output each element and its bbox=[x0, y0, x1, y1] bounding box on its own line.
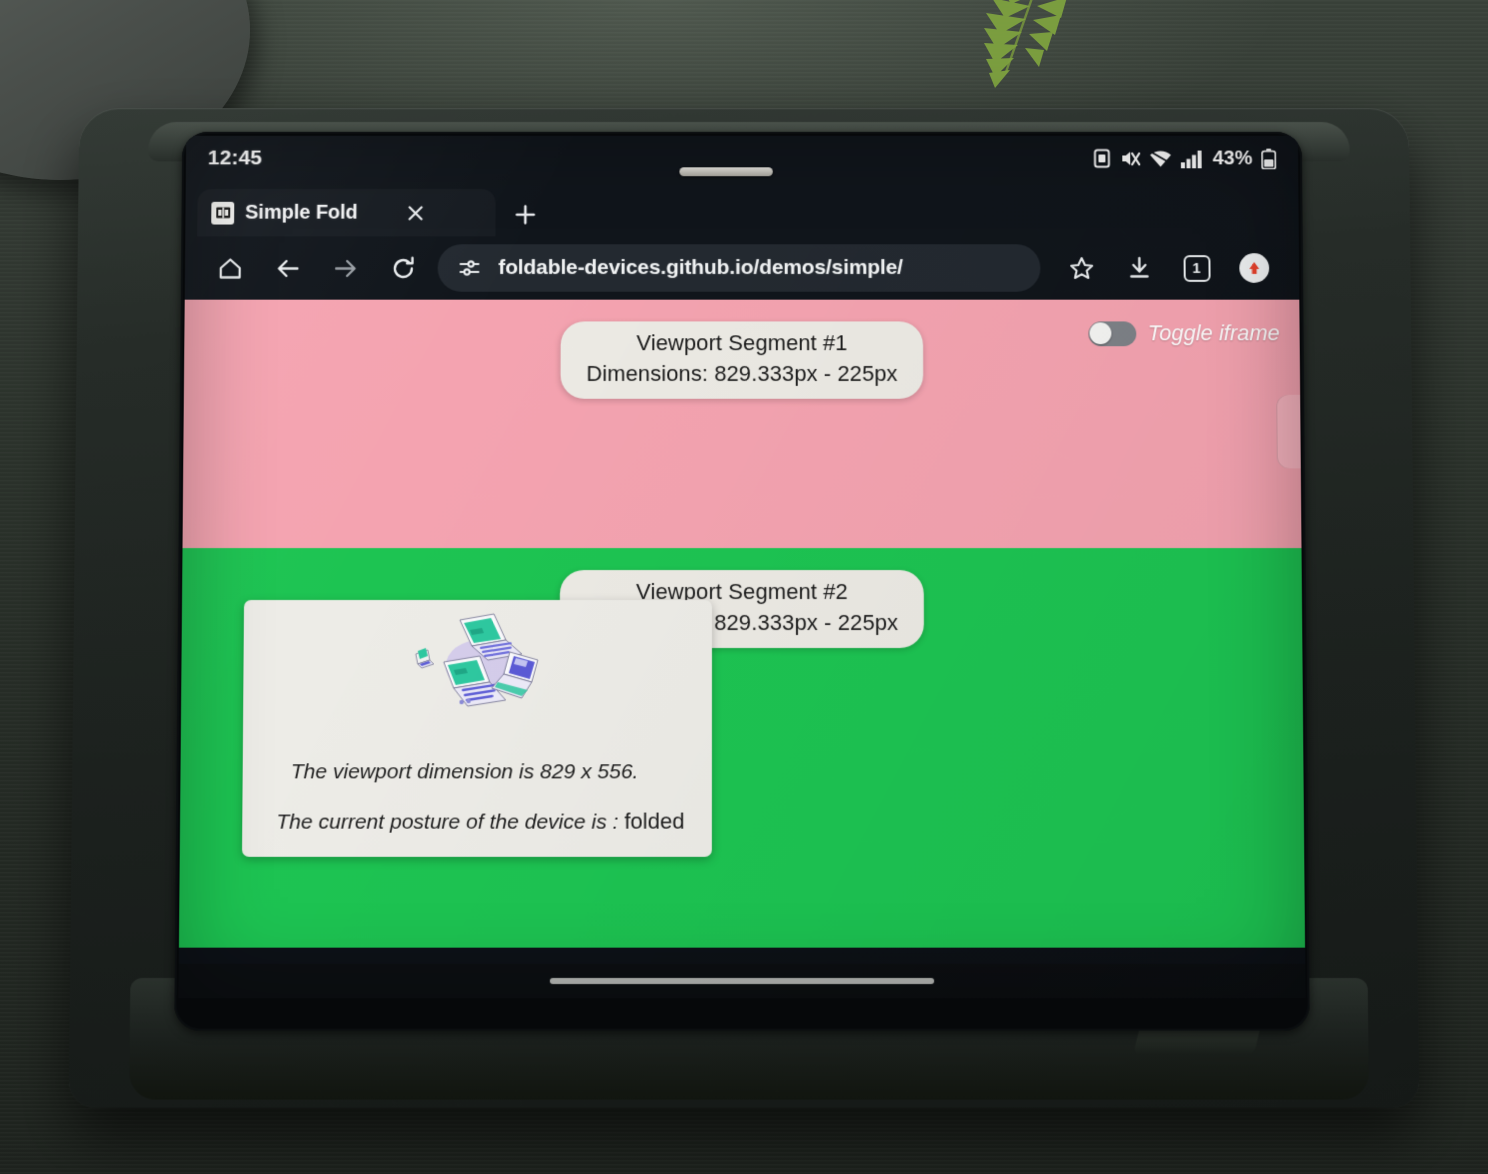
back-icon[interactable] bbox=[258, 244, 316, 291]
segment-1-title: Viewport Segment #1 bbox=[636, 330, 848, 356]
tab-count-value: 1 bbox=[1183, 254, 1211, 282]
new-tab-icon[interactable] bbox=[505, 193, 545, 236]
close-icon[interactable] bbox=[402, 200, 428, 226]
foldable-device-case: 12:45 43% Simple Fold foldable-devices.g… bbox=[68, 108, 1420, 1108]
address-bar[interactable]: foldable-devices.github.io/demos/simple/ bbox=[437, 244, 1041, 292]
forward-icon[interactable] bbox=[316, 244, 374, 291]
battery-percent: 43% bbox=[1212, 147, 1253, 169]
browser-toolbar: foldable-devices.github.io/demos/simple/… bbox=[184, 236, 1300, 300]
reload-icon[interactable] bbox=[374, 244, 432, 291]
gesture-pill[interactable] bbox=[549, 977, 935, 985]
site-settings-icon[interactable] bbox=[457, 256, 481, 280]
home-icon[interactable] bbox=[201, 244, 259, 291]
fern-leaf bbox=[984, 0, 1067, 88]
mute-icon bbox=[1122, 149, 1140, 169]
gesture-nav-bar bbox=[178, 963, 1306, 999]
foldable-laptops-illustration bbox=[415, 613, 538, 720]
download-icon[interactable] bbox=[1110, 244, 1168, 291]
web-page-viewport: Viewport Segment #1 Dimensions: 829.333p… bbox=[178, 299, 1306, 999]
tab-count-button[interactable]: 1 bbox=[1168, 244, 1226, 291]
fold-favicon bbox=[211, 201, 235, 225]
device-screen: 12:45 43% Simple Fold foldable-devices.g… bbox=[178, 135, 1306, 999]
info-card: The viewport dimension is 829 x 556. The… bbox=[241, 600, 713, 857]
hinge-glint bbox=[679, 167, 773, 177]
toggle-knob bbox=[1089, 322, 1112, 345]
signal-icon bbox=[1180, 150, 1202, 168]
screen-record-icon bbox=[1093, 149, 1110, 169]
segment-1-pill: Viewport Segment #1 Dimensions: 829.333p… bbox=[560, 321, 924, 399]
screen-bezel: 12:45 43% Simple Fold foldable-devices.g… bbox=[174, 131, 1310, 1031]
toggle-iframe-label: Toggle iframe bbox=[1147, 320, 1280, 346]
posture-value: folded bbox=[624, 808, 685, 834]
tab-strip: Simple Fold bbox=[185, 167, 1299, 237]
browser-tab[interactable]: Simple Fold bbox=[197, 189, 496, 237]
viewport-dimension-text: The viewport dimension is 829 x 556. bbox=[290, 760, 639, 784]
posture-prefix: The current posture of the device is : bbox=[276, 810, 625, 834]
device-posture-text: The current posture of the device is : f… bbox=[276, 809, 684, 835]
tab-title: Simple Fold bbox=[245, 201, 358, 224]
profile-button[interactable] bbox=[1225, 244, 1283, 291]
profile-avatar bbox=[1239, 253, 1270, 283]
status-clock: 12:45 bbox=[207, 146, 263, 170]
url-text: foldable-devices.github.io/demos/simple/ bbox=[498, 256, 903, 279]
bookmark-star-icon[interactable] bbox=[1052, 244, 1110, 291]
toggle-iframe-switch[interactable] bbox=[1087, 320, 1136, 346]
toggle-iframe-control[interactable]: Toggle iframe bbox=[1087, 320, 1280, 346]
status-icons: 43% bbox=[1093, 147, 1276, 170]
screen-edge-reflection bbox=[1276, 394, 1301, 469]
segment-1-dimensions: Dimensions: 829.333px - 225px bbox=[586, 361, 898, 386]
battery-icon bbox=[1261, 148, 1276, 169]
wifi-icon bbox=[1149, 149, 1172, 167]
